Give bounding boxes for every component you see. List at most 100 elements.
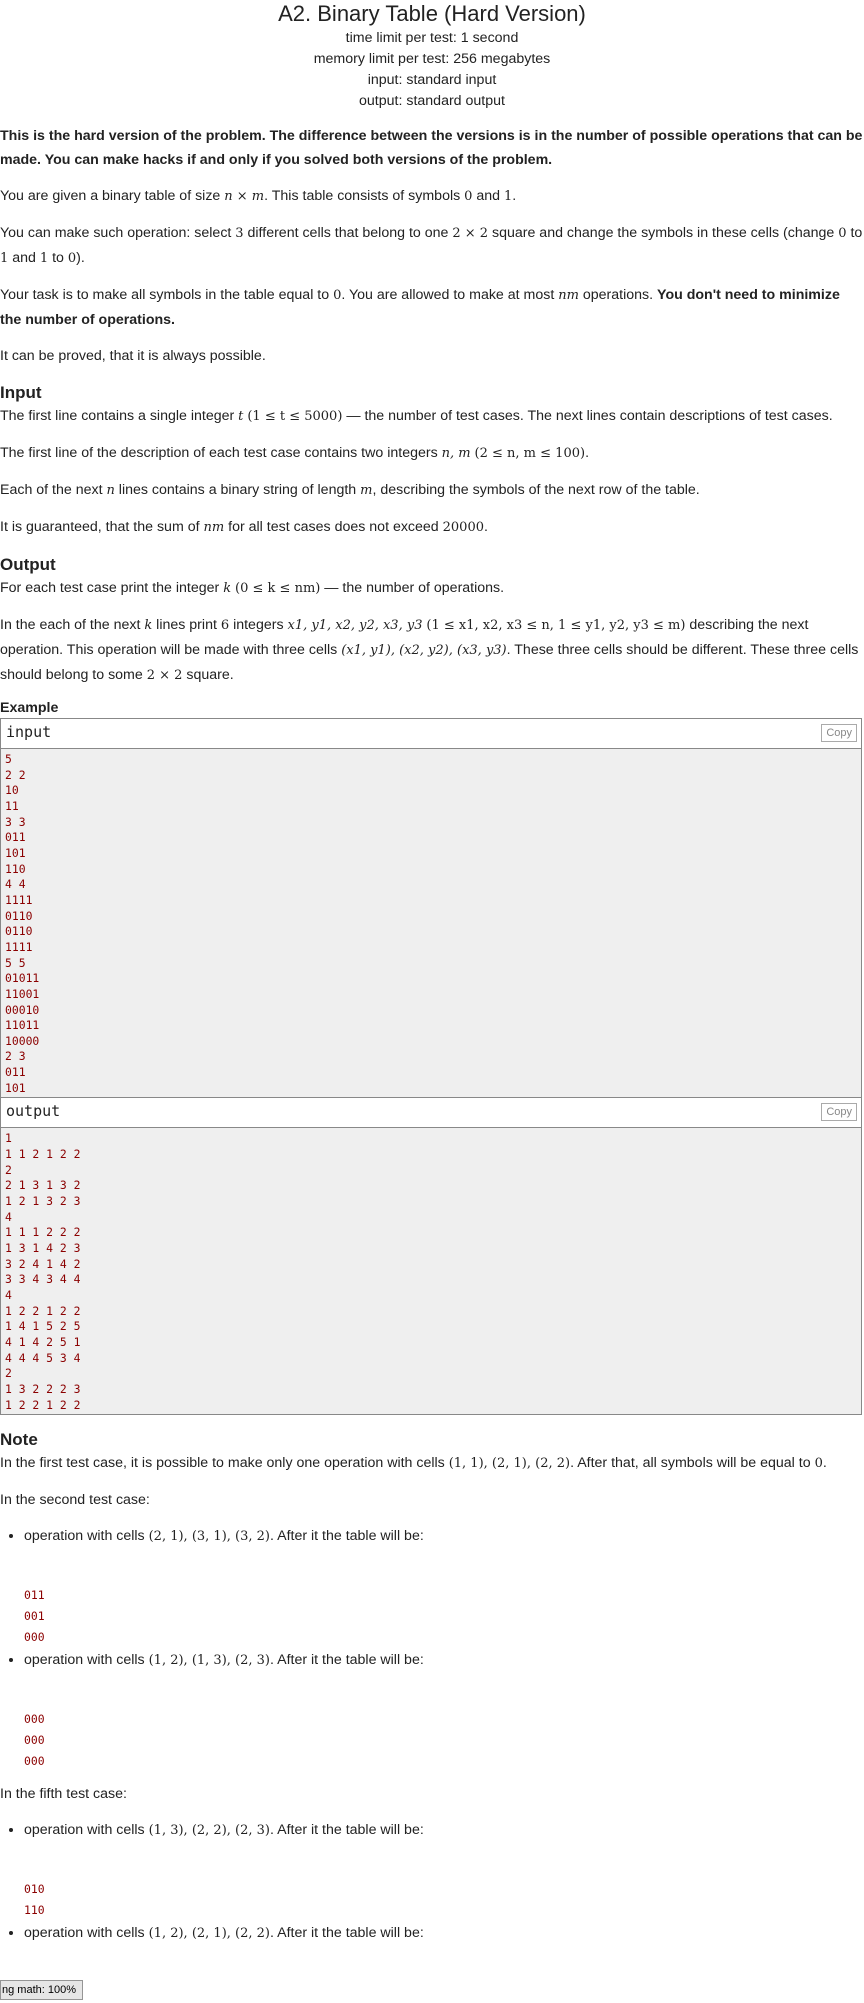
input-header: input Copy [1,719,861,749]
text: The first line contains a single integer [0,408,239,424]
text: lines contains a binary string of length [114,482,361,498]
output-section: Output For each test case print the inte… [0,554,864,688]
input-line: 101 [5,845,26,860]
output-line: 4 [5,1288,12,1302]
input-line: 0110 [5,924,33,939]
output-line: 3 3 4 3 4 4 [5,1272,81,1287]
status-bar: ng math: 100% [0,1980,83,2000]
text: for all test cases does not exceed [224,519,443,535]
text: — the number of test cases. The next lin… [342,408,833,424]
text: ). [76,250,85,266]
text: . After it the table will be: [270,1822,424,1839]
text: — the number of operations. [320,580,505,596]
input-paragraph: The first line contains a single integer… [0,404,864,429]
table-state: 010 110 [24,1882,45,1918]
text: You are given a binary table of size [0,188,225,204]
text: You can make such operation: select [0,225,236,241]
text: operation with cells [24,1822,149,1839]
input-line: 01011 [5,971,40,986]
output-line: 1 2 2 1 2 2 [5,1397,81,1412]
math: 0 [67,251,77,266]
output-paragraph: For each test case print the integer k (… [0,576,864,601]
math: k [223,581,232,596]
list-item: operation with cells (1, 3), (2, 2), (2,… [24,1818,864,1921]
math: 1 [39,251,49,266]
math: x1, y1, x2, y2, x3, y3 [287,618,423,633]
text: and [8,250,40,266]
list-item: operation with cells (1, 2), (1, 3), (2,… [24,1648,864,1772]
input-line: 1111 [5,892,33,907]
text: . After that, all symbols will be equal … [570,1455,815,1472]
text: . [484,519,488,535]
input-line: 1111 [5,939,33,954]
statement-paragraph: Your task is to make all symbols in the … [0,283,864,332]
text: , describing the symbols of the next row… [372,482,700,498]
text: lines print [152,617,221,633]
output-line: 1 2 1 3 2 3 [5,1194,81,1209]
output-line: 1 2 2 1 2 2 [5,1303,81,1318]
statement-paragraph: You are given a binary table of size n ×… [0,184,864,209]
math: 20000 [442,520,484,535]
input-line: 11011 [5,1018,40,1033]
text: The first line of the description of eac… [0,445,442,461]
input-paragraph: Each of the next n lines contains a bina… [0,478,864,503]
copy-input-button[interactable]: Copy [821,724,857,742]
output-body[interactable]: 11 1 2 1 2 222 1 3 1 3 21 2 1 3 2 341 1 … [1,1128,861,1415]
text: . [585,445,590,461]
text: . After it the table will be: [270,1925,424,1942]
math: (1, 1), (2, 1), (2, 2) [448,1456,571,1472]
input-line: 11 [5,798,19,813]
output-line: 3 2 4 1 4 2 [5,1256,81,1271]
output-line: 1 3 1 4 2 3 [5,1241,81,1256]
math: nm [558,288,579,303]
input-line: 011 [5,830,26,845]
output-line: 1 1 2 1 2 2 [5,1147,81,1162]
input-line: 2 3 [5,1049,26,1064]
input-line: 2 2 [5,767,26,782]
output-header: output Copy [1,1097,861,1129]
table-state: 000 000 000 [24,1712,45,1769]
math: n × m [224,189,265,204]
note-paragraph: In the fifth test case: [0,1786,127,1803]
text: . [822,1455,827,1472]
statement-paragraph: It can be proved, that it is always poss… [0,348,266,364]
math: (x1, y1), (x2, y2), (x3, y3) [341,643,507,658]
math: (1 ≤ t ≤ 5000) [247,409,343,424]
math: 0 [838,226,847,241]
output-line: 4 1 4 2 5 1 [5,1334,81,1349]
math: 3 [235,226,244,241]
input-line: 011 [5,1065,26,1080]
output-line: 4 [5,1209,12,1224]
input-body[interactable]: 52 2 10 11 3 3 011 101 110 4 4 1111 0110 0110 1111 5… [1,749,861,1098]
text: . This table consists of symbols [264,188,465,204]
output-line: 2 1 3 1 3 2 [5,1178,81,1193]
output-line: 1 [5,1131,12,1146]
input-spec: input: standard input [367,72,497,88]
hard-version-note: This is the hard version of the problem.… [0,124,864,172]
text: integers [229,617,288,633]
output-paragraph: In the each of the next k lines print 6 … [0,613,864,688]
time-limit: time limit per test: 1 second [345,30,519,46]
input-section: Input The first line contains a single i… [0,382,864,540]
list-item: operation with cells (1, 2), (2, 1), (2,… [24,1921,864,2003]
math: (1 ≤ x1, x2, x3 ≤ n, 1 ≤ y1, y2, y3 ≤ m) [426,618,686,633]
text: operation with cells [24,1528,149,1545]
list-item: operation with cells (2, 1), (3, 1), (3,… [24,1524,864,1648]
math: (1, 2), (1, 3), (2, 3) [148,1653,270,1669]
input-line: 5 [5,752,12,766]
input-line: 110 [5,861,26,876]
problem-header: A2. Binary Table (Hard Version) time lim… [0,0,864,112]
math: 0 [814,1456,823,1472]
math: 6 [220,618,230,633]
copy-output-button[interactable]: Copy [821,1103,857,1122]
memory-limit: memory limit per test: 256 megabytes [313,51,551,67]
input-line: 4 4 [5,877,26,892]
example-box: input Copy 52 2 10 11 3 3 011 101 110 4 4 1111 01… [0,718,862,1416]
text: to [846,225,863,241]
input-line: 10 [5,783,19,798]
note-paragraph: In the second test case: [0,1492,150,1509]
text: In the each of the next [0,617,145,633]
section-title-output: Output [0,555,56,574]
output-line: 1 1 1 2 2 2 [5,1225,81,1240]
fifth-case-list: operation with cells (1, 3), (2, 2), (2,… [0,1818,864,2003]
